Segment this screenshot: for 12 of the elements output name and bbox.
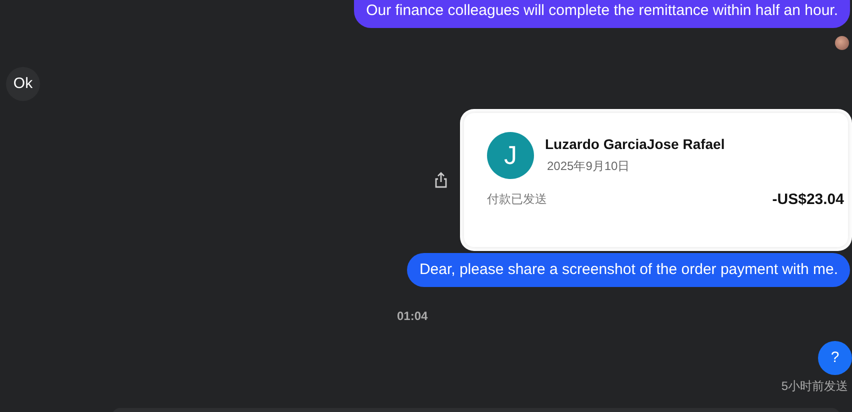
payee-name: Luzardo GarciaJose Rafael bbox=[545, 136, 725, 152]
message-bubble: Dear, please share a screenshot of the order payment with me. bbox=[407, 253, 850, 287]
message-bubble: Our finance colleagues will complete the remittance within half an hour. bbox=[354, 0, 850, 28]
avatar-initial: J bbox=[487, 132, 534, 179]
message-bubble: ? bbox=[818, 341, 852, 375]
timestamp: 01:04 bbox=[396, 309, 429, 323]
payment-status: 付款已发送 bbox=[487, 191, 547, 208]
message-bubble: Ok bbox=[6, 67, 40, 101]
payment-amount: -US$23.04 bbox=[772, 191, 844, 208]
share-icon[interactable] bbox=[434, 172, 448, 188]
sent-status: 5小时前发送 bbox=[781, 378, 848, 395]
payment-date: 2025年9月10日 bbox=[547, 158, 631, 175]
